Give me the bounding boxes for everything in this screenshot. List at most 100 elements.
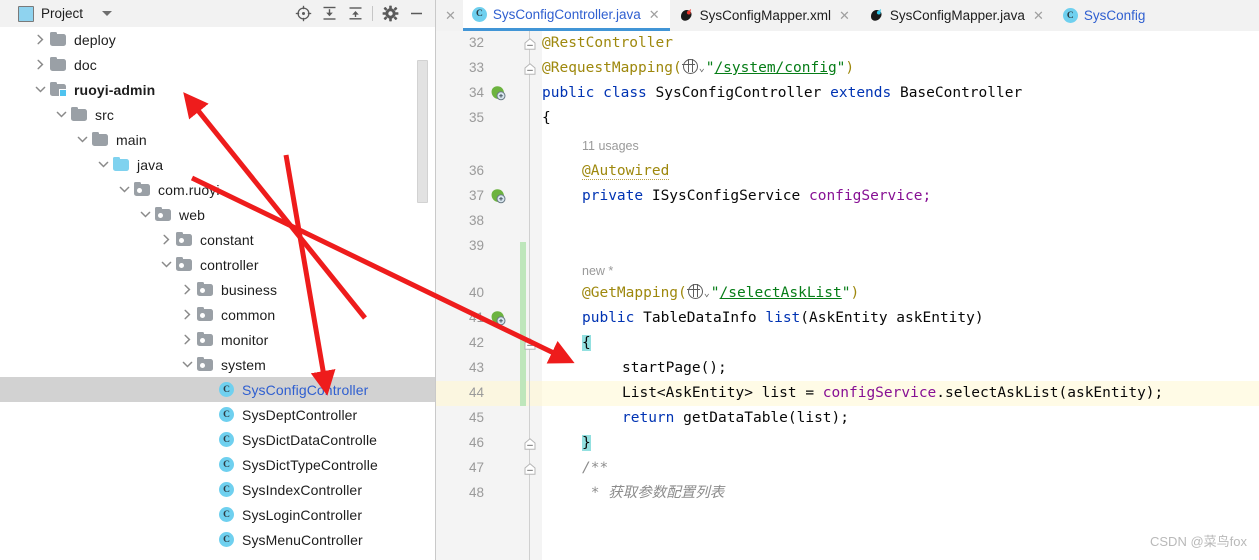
- get-mapping-url[interactable]: /selectAskList: [720, 285, 842, 301]
- web-globe-icon[interactable]: [682, 58, 698, 74]
- line-number: 32: [468, 35, 484, 50]
- tab-close-icon[interactable]: ✕: [837, 9, 852, 22]
- chevron-right-icon[interactable]: [180, 283, 194, 297]
- fold-marker-annotation[interactable]: [524, 63, 536, 75]
- chevron-down-icon[interactable]: [33, 83, 47, 97]
- tree-item-doc[interactable]: doc: [0, 52, 435, 77]
- project-file-tree[interactable]: deploy doc ruoyi-admin src main java com.ruoyi…: [0, 27, 435, 560]
- gutter-line-43[interactable]: 43: [436, 356, 542, 381]
- fold-marker-method[interactable]: [524, 338, 536, 350]
- tree-item-sysdeptcontroller[interactable]: C SysDeptController: [0, 402, 435, 427]
- code-line-33: @RequestMapping(⌄"/system/config"): [542, 56, 854, 81]
- chevron-down-icon[interactable]: [159, 258, 173, 272]
- editor-area: ✕ C SysConfigController.java ✕ SysConfigMapp…: [436, 0, 1259, 560]
- tab-close-icon[interactable]: ✕: [1031, 9, 1046, 22]
- tree-item-sysdictdatacontrolle[interactable]: C SysDictDataControlle: [0, 427, 435, 452]
- chevron-right-icon[interactable]: [180, 308, 194, 322]
- spring-mapping-gutter-icon[interactable]: [490, 310, 506, 326]
- gutter-line-45[interactable]: 45: [436, 406, 542, 431]
- tab-close-icon[interactable]: ✕: [436, 0, 463, 31]
- fold-marker-javadoc[interactable]: [524, 463, 536, 475]
- method-name: list: [765, 310, 801, 326]
- chevron-down-icon[interactable]: [96, 158, 110, 172]
- chevron-down-icon[interactable]: ⌄: [704, 281, 710, 306]
- mybatis-java-icon: [869, 8, 884, 23]
- gutter-line-41[interactable]: 41: [436, 306, 542, 331]
- gutter-line-39[interactable]: 39: [436, 234, 542, 259]
- gutter-line-40[interactable]: 40: [436, 281, 542, 306]
- chevron-right-icon[interactable]: [180, 333, 194, 347]
- rest-controller-annotation: @RestController: [542, 35, 673, 51]
- project-tree-scrollbar[interactable]: [417, 60, 428, 203]
- keyword-class: class: [603, 85, 647, 101]
- package-folder-icon: [176, 231, 193, 247]
- tree-item-sysindexcontroller[interactable]: C SysIndexController: [0, 477, 435, 502]
- inlay-hint-usages[interactable]: 11 usages: [542, 134, 639, 159]
- tree-item-label: SysDictDataControlle: [242, 431, 378, 448]
- chevron-down-icon[interactable]: [54, 108, 68, 122]
- editor-tab-sysconfig[interactable]: C SysConfig: [1054, 0, 1154, 31]
- request-mapping-url[interactable]: /system/config: [714, 60, 836, 76]
- web-globe-icon[interactable]: [687, 283, 703, 299]
- tree-item-java[interactable]: java: [0, 152, 435, 177]
- gutter-line-34[interactable]: 34: [436, 81, 542, 106]
- tree-item-syslogincontroller[interactable]: C SysLoginController: [0, 502, 435, 527]
- gutter-line-44[interactable]: 44: [436, 381, 542, 406]
- tab-close-icon[interactable]: ✕: [647, 8, 662, 21]
- locate-icon[interactable]: [290, 3, 316, 25]
- code-line-41: public TableDataInfo list(AskEntity askE…: [542, 306, 984, 331]
- chevron-right-icon[interactable]: [159, 233, 173, 247]
- tree-item-business[interactable]: business: [0, 277, 435, 302]
- tree-item-main[interactable]: main: [0, 127, 435, 152]
- minimize-icon[interactable]: [403, 3, 429, 25]
- editor-tab-bar[interactable]: ✕ C SysConfigController.java ✕ SysConfigMapp…: [436, 0, 1259, 32]
- project-panel-title: Project: [41, 6, 84, 21]
- keyword-extends: extends: [830, 85, 892, 101]
- tree-item-system[interactable]: system: [0, 352, 435, 377]
- chevron-down-icon[interactable]: [138, 208, 152, 222]
- project-title-group[interactable]: Project: [0, 5, 113, 22]
- tree-item-controller[interactable]: controller: [0, 252, 435, 277]
- tree-item-com-ruoyi[interactable]: com.ruoyi: [0, 177, 435, 202]
- tree-item-monitor[interactable]: monitor: [0, 327, 435, 352]
- chevron-right-icon[interactable]: [33, 33, 47, 47]
- editor-tab-sysconfigcontroller-java[interactable]: C SysConfigController.java ✕: [462, 0, 670, 31]
- gutter-line-36[interactable]: 36: [436, 159, 542, 184]
- tree-item-sysconfigcontroller[interactable]: C SysConfigController: [0, 377, 435, 402]
- tree-item-src[interactable]: src: [0, 102, 435, 127]
- tree-item-web[interactable]: web: [0, 202, 435, 227]
- chevron-right-icon[interactable]: [33, 58, 47, 72]
- tree-item-sysdicttypecontrolle[interactable]: C SysDictTypeControlle: [0, 452, 435, 477]
- tree-item-sysmenucontroller[interactable]: C SysMenuController: [0, 527, 435, 552]
- fold-marker-method-end[interactable]: [524, 438, 536, 450]
- chevron-down-icon[interactable]: [75, 133, 89, 147]
- code-text[interactable]: @RestController @RequestMapping(⌄"/syste…: [542, 31, 1259, 560]
- editor-tab-sysconfigmapper-java[interactable]: SysConfigMapper.java ✕: [860, 0, 1054, 31]
- folder-icon: [50, 56, 67, 72]
- chevron-down-icon[interactable]: [117, 183, 131, 197]
- tree-item-common[interactable]: common: [0, 302, 435, 327]
- tree-item-ruoyi-admin[interactable]: ruoyi-admin: [0, 77, 435, 102]
- collapse-all-icon[interactable]: [342, 3, 368, 25]
- folder-icon: [71, 106, 88, 122]
- spring-bean-gutter-icon[interactable]: [490, 85, 506, 101]
- chevron-down-icon[interactable]: [180, 358, 194, 372]
- gutter-line-37[interactable]: 37: [436, 184, 542, 209]
- chevron-down-icon[interactable]: ⌄: [699, 56, 705, 81]
- expand-all-icon[interactable]: [316, 3, 342, 25]
- tree-item-constant[interactable]: constant: [0, 227, 435, 252]
- editor-tab-sysconfigmapper-xml[interactable]: SysConfigMapper.xml ✕: [670, 0, 860, 31]
- settings-gear-icon[interactable]: [377, 3, 403, 25]
- line-number: 45: [468, 410, 484, 425]
- tree-item-deploy[interactable]: deploy: [0, 27, 435, 52]
- gutter-line-38[interactable]: 38: [436, 209, 542, 234]
- config-service-ref: configService: [822, 385, 937, 401]
- spring-autowired-gutter-icon[interactable]: [490, 188, 506, 204]
- code-editor[interactable]: 32 33 34 35 36 37 38 39 40 41 42 43 44 45 46 47 48 @Rest…: [436, 31, 1259, 560]
- gutter-line-35[interactable]: 35: [436, 106, 542, 131]
- fold-marker-class[interactable]: [524, 38, 536, 50]
- chevron-down-icon[interactable]: [102, 11, 113, 16]
- code-line-44: List<AskEntity> list = configService.sel…: [542, 381, 1163, 406]
- gutter-line-48[interactable]: 48: [436, 481, 542, 506]
